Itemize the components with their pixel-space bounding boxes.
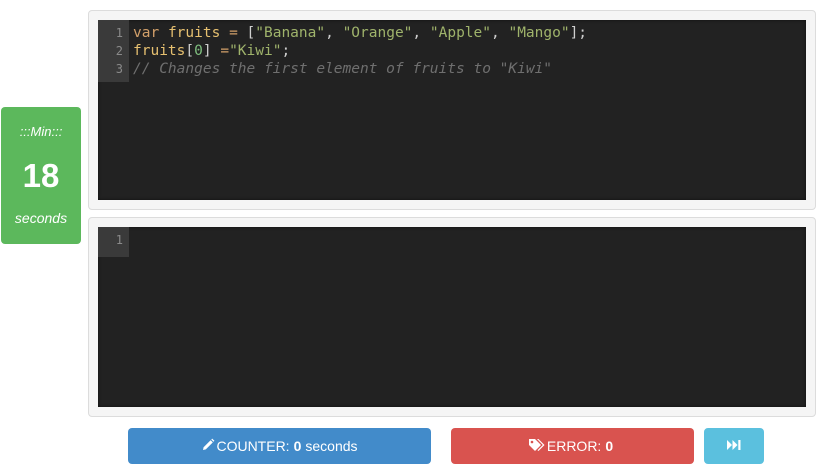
line-number: 1 bbox=[115, 26, 123, 40]
code-token: "Orange" bbox=[342, 25, 413, 41]
code-editor-readonly[interactable]: 1 2 3 var fruits = ["Banana", "Orange", … bbox=[98, 20, 806, 200]
code-token: "Banana" bbox=[255, 25, 326, 41]
fast-forward-icon bbox=[726, 438, 742, 454]
error-button[interactable]: ERROR: 0 bbox=[451, 428, 694, 464]
code-content: var fruits = ["Banana", "Orange", "Apple… bbox=[133, 24, 587, 78]
code-token: [ bbox=[185, 43, 195, 59]
pencil-icon bbox=[201, 438, 215, 455]
counter-prefix: COUNTER: bbox=[216, 438, 290, 454]
timer-label: :::Min::: bbox=[19, 124, 63, 139]
code-line: fruits[0] ="Kiwi"; bbox=[133, 42, 587, 60]
error-prefix: ERROR: bbox=[546, 438, 602, 454]
counter-value: 0 bbox=[293, 438, 302, 454]
code-editor-input[interactable]: 1 bbox=[98, 227, 806, 407]
code-token: , bbox=[412, 25, 430, 41]
timer-unit: seconds bbox=[14, 210, 68, 226]
code-token: ; bbox=[281, 43, 291, 59]
code-line: // Changes the first element of fruits t… bbox=[133, 60, 587, 78]
code-token: var bbox=[133, 25, 160, 41]
timer-box: :::Min::: 18 seconds bbox=[1, 107, 81, 244]
code-token: "Kiwi" bbox=[229, 43, 282, 59]
line-number: 2 bbox=[115, 44, 123, 58]
timer-value: 18 bbox=[22, 157, 60, 194]
line-gutter: 1 2 3 bbox=[98, 20, 129, 82]
next-button[interactable] bbox=[704, 428, 764, 464]
code-token: fruits bbox=[167, 25, 221, 41]
code-panel-bottom: 1 bbox=[88, 217, 816, 417]
code-line: var fruits = ["Banana", "Orange", "Apple… bbox=[133, 24, 587, 42]
code-token: , bbox=[325, 25, 343, 41]
code-token: // Changes the first element of fruits t… bbox=[133, 61, 553, 77]
counter-button[interactable]: COUNTER: 0 seconds bbox=[128, 428, 431, 464]
code-token: = bbox=[220, 43, 230, 59]
code-panel-top: 1 2 3 var fruits = ["Banana", "Orange", … bbox=[88, 10, 816, 210]
code-token: "Apple" bbox=[429, 25, 491, 41]
code-token: ] bbox=[202, 43, 221, 59]
code-token: ]; bbox=[569, 25, 588, 41]
code-token: "Mango" bbox=[508, 25, 570, 41]
line-gutter: 1 bbox=[98, 227, 129, 257]
code-token: fruits bbox=[133, 43, 186, 59]
code-token: , bbox=[491, 25, 509, 41]
line-number: 3 bbox=[115, 62, 123, 76]
line-number: 1 bbox=[115, 233, 123, 247]
error-value: 0 bbox=[605, 438, 614, 454]
code-token: 0 bbox=[194, 43, 203, 59]
code-token: [ bbox=[237, 25, 256, 41]
counter-suffix: seconds bbox=[305, 438, 358, 454]
code-token: = bbox=[229, 25, 238, 41]
tag-icon bbox=[528, 438, 546, 455]
